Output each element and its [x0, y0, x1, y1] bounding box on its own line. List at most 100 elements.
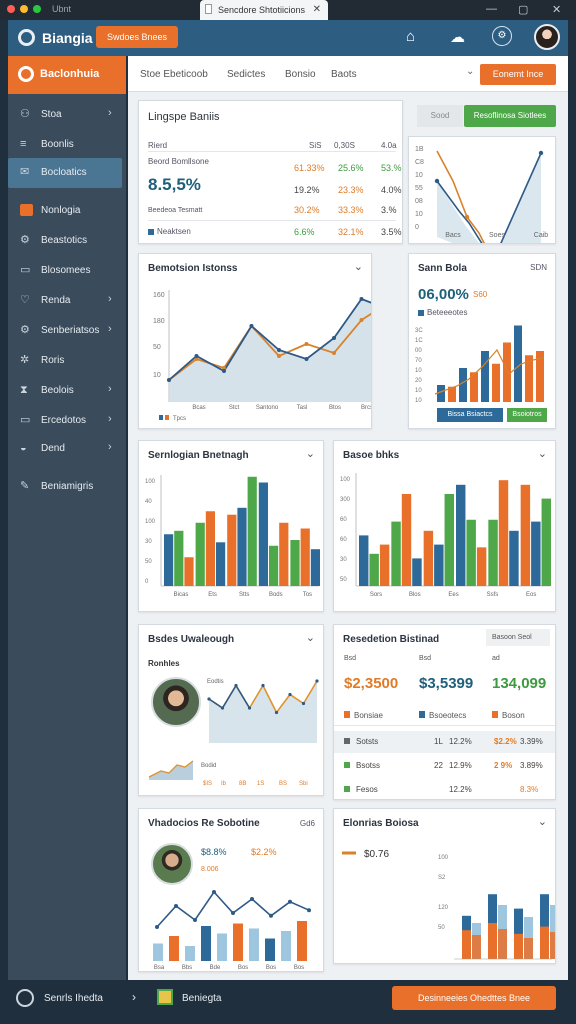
- row3-val-1: 30.2%: [294, 205, 320, 215]
- filter-button[interactable]: Sood: [417, 105, 463, 127]
- user-circle-icon[interactable]: [16, 989, 34, 1007]
- browser-tab[interactable]: Sencdore Shtotiicions ✕: [200, 0, 328, 20]
- file-icon: [205, 4, 212, 14]
- x-tick-label: Blos: [409, 592, 421, 598]
- user-avatar[interactable]: [534, 24, 560, 50]
- bar: [195, 522, 205, 586]
- sidebar-item-4[interactable]: Nonlogia: [8, 198, 126, 224]
- summary-table-card: Lingspe Baniis Rierd SiS 0,30S 4.0a Beor…: [138, 100, 403, 244]
- data-point: [304, 342, 309, 346]
- close-tab-icon[interactable]: ✕: [313, 4, 321, 15]
- data-point: [193, 918, 197, 922]
- bar-chart-2: 100 300 60 60 30 50 Sors Blos Ees Ssfs Eos: [340, 473, 551, 598]
- minimize-icon[interactable]: —: [486, 3, 497, 15]
- row2-val-3: 4.0%: [381, 185, 402, 195]
- sidebar-item-13[interactable]: ✎ Beniamigris: [8, 474, 126, 500]
- sidebar-item-6[interactable]: ▭ Blosomees: [8, 258, 126, 284]
- bar: [265, 938, 275, 961]
- nav-tab-4[interactable]: Baots: [331, 69, 357, 80]
- y-tick-label: 0: [415, 224, 419, 231]
- legend-chip: [148, 228, 154, 235]
- bar: [185, 946, 195, 961]
- app-header: Biangia Swdoes Bnees ⌂ ☁ ⚙: [8, 20, 568, 56]
- row-d: 3.39%: [520, 737, 543, 746]
- sidebar-item-3[interactable]: ✉ Bocloatics: [8, 158, 122, 188]
- top-action-button[interactable]: Eonemt Ince: [480, 64, 556, 85]
- green-action-button[interactable]: Resoflinosa Siotlees: [464, 105, 556, 127]
- bar: [514, 933, 523, 959]
- col-label-1: Bsd: [344, 655, 357, 662]
- y-tick-label: 30: [145, 539, 152, 545]
- maximize-window-dot[interactable]: [33, 5, 41, 13]
- bar: [359, 535, 369, 586]
- series-line: [156, 890, 310, 928]
- sidebar-item-10[interactable]: ⧗ Beolois ›: [8, 378, 126, 404]
- notifications-icon[interactable]: ☁: [450, 28, 465, 46]
- bar: [369, 553, 379, 586]
- nav-tab-1[interactable]: Stoe Ebeticoob: [140, 69, 208, 80]
- close-window-dot[interactable]: [7, 5, 15, 13]
- x-tick-label: Ets: [208, 592, 217, 598]
- legend-label: Eodtis: [207, 679, 224, 685]
- bar: [237, 507, 247, 586]
- gear-icon: ⚙: [20, 234, 30, 246]
- square-icon: [20, 204, 33, 216]
- table-card: Resedetion Bistinad Basoon Seol Bsd $2,35…: [333, 624, 556, 800]
- footer-left-label[interactable]: Senrls Ihedta: [44, 993, 103, 1004]
- chevron-right-icon[interactable]: ›: [132, 990, 136, 1004]
- blue-button[interactable]: Bissa Bsiactcs: [437, 408, 503, 422]
- row1-label: Beord Bomllsone: [148, 157, 209, 166]
- sidebar-item-5[interactable]: ⚙ Beastotics: [8, 228, 126, 254]
- table-dropdown[interactable]: Basoon Seol: [486, 629, 550, 646]
- area-fill: [209, 681, 317, 743]
- x-tick-label: Tica: [466, 963, 478, 964]
- sidebar-header[interactable]: Baclonhuia: [8, 56, 126, 94]
- mini-line-card: 1B C8 10 55 08 10 0 Bacs Soes Caib: [408, 136, 556, 244]
- sidebar-item-9[interactable]: ✲ Roris: [8, 348, 126, 374]
- chevron-down-icon[interactable]: ⌄: [466, 66, 474, 77]
- sidebar-item-8[interactable]: ⚙ Senberiatsos ›: [8, 318, 126, 344]
- bar: [174, 530, 184, 586]
- cube-icon[interactable]: [157, 989, 173, 1005]
- footer-bar: Senrls Ihedta › Beniegta Desinneeies Ohe…: [0, 980, 576, 1024]
- bar: [269, 545, 279, 586]
- x-tick-label: Ees: [448, 592, 458, 598]
- data-point: [234, 683, 238, 688]
- nav-tab-2[interactable]: Sedictes: [227, 69, 265, 80]
- close-icon[interactable]: ✕: [552, 3, 561, 16]
- y-tick-label: 10: [415, 398, 422, 404]
- data-point: [231, 911, 235, 915]
- big-value: 8.5,5%: [148, 175, 201, 194]
- restore-icon[interactable]: ▢: [518, 3, 528, 16]
- col-label-2: Bsd: [419, 655, 432, 662]
- nav-tab-3[interactable]: Bonsio: [285, 69, 316, 80]
- bar: [531, 521, 541, 586]
- y-tick-label: 10: [415, 368, 422, 374]
- footer-right-label[interactable]: Beniegta: [182, 993, 221, 1004]
- data-point: [247, 706, 252, 710]
- sidebar-item-label: Blosomees: [41, 265, 91, 276]
- green-button[interactable]: Bsoiotros: [507, 408, 547, 422]
- drop-icon: ◒: [20, 442, 27, 454]
- sidebar-item-12[interactable]: ◒ Dend ›: [8, 436, 126, 462]
- footer-val-1: 6.6%: [294, 227, 315, 237]
- bar: [476, 547, 487, 586]
- robot-icon[interactable]: ⌂: [406, 28, 415, 45]
- header-action-button[interactable]: Swdoes Bnees: [96, 26, 178, 48]
- refresh-icon: [18, 66, 34, 82]
- bar-chart-1: 100 40 100 30 50 0 Bicas Ets Stts Bods Tos: [145, 475, 320, 598]
- sidebar-item-1[interactable]: ⚇ Stoa ›: [8, 102, 126, 128]
- x-tick-label: Soes: [489, 232, 505, 239]
- footer-action-button[interactable]: Desinneeies Ohedttes Bnee: [392, 986, 556, 1010]
- sidebar-item-7[interactable]: ♡ Renda ›: [8, 288, 126, 314]
- sidebar-item-11[interactable]: ▭ Ercedotos ›: [8, 408, 126, 434]
- minimize-window-dot[interactable]: [20, 5, 28, 13]
- data-point: [288, 692, 292, 697]
- sidebar-item-2[interactable]: ≡ Boonlis: [8, 132, 126, 158]
- chevron-right-icon: ›: [108, 107, 112, 119]
- bar: [201, 926, 211, 961]
- col-header-1: SiS: [309, 141, 322, 150]
- settings-circle-icon[interactable]: ⚙: [492, 26, 512, 46]
- bar: [216, 542, 226, 586]
- bar: [379, 544, 390, 586]
